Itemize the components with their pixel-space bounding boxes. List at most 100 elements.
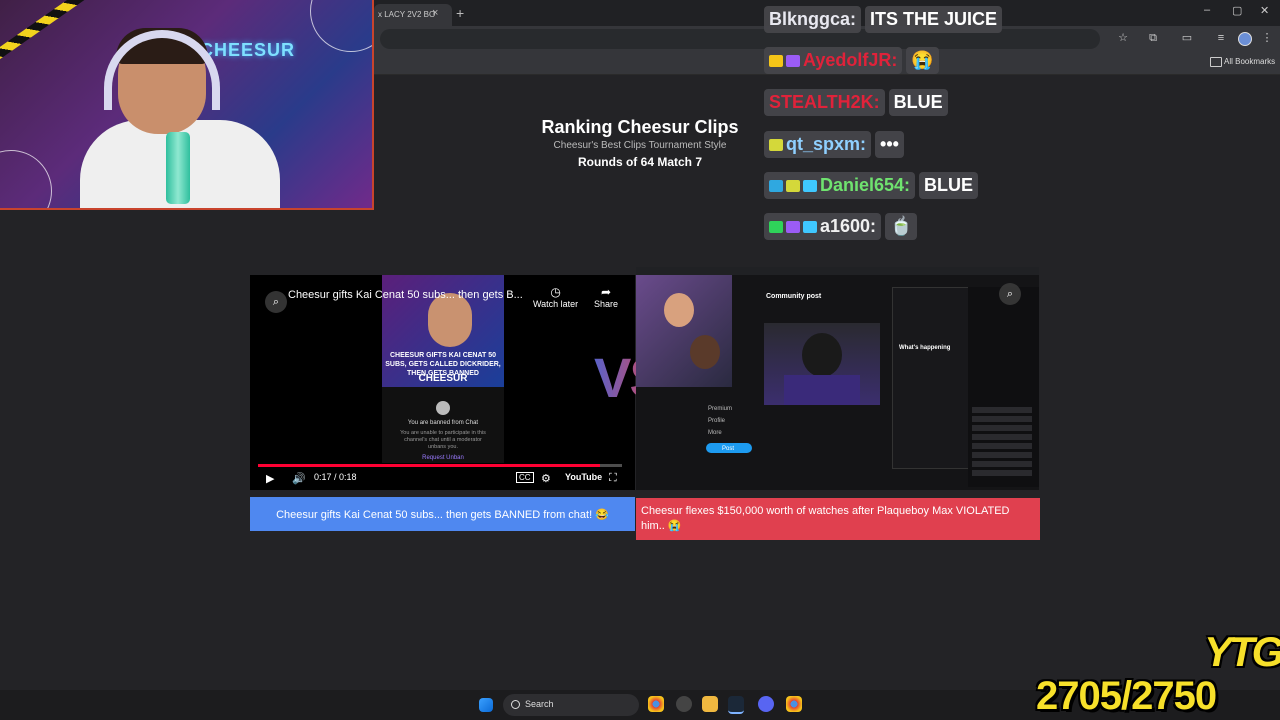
watch-later-label: Watch later [533,299,579,309]
post-button-label: Post [722,446,735,452]
left-clip-caption[interactable]: Cheesur gifts Kai Cenat 50 subs... then … [250,497,635,531]
chat-username: AyedolfJR: [764,47,903,74]
chat-badge-icon [803,180,817,193]
right-video-player[interactable]: Community post Premium Profile More Post… [636,267,1039,490]
post-image-face [802,333,842,377]
windows-start-icon[interactable] [479,698,493,712]
post-image [764,323,880,405]
spiderweb-decoration [310,0,372,52]
taskbar-search[interactable]: Search [503,694,639,716]
profile-avatar[interactable] [1238,32,1252,46]
bookmark-star-icon[interactable]: ☆ [1116,31,1130,45]
zoom-icon[interactable]: ⌕ [999,283,1021,305]
clock-icon: ◷ [550,285,561,299]
all-bookmarks-link[interactable]: All Bookmarks [1224,57,1275,66]
file-explorer-icon[interactable] [702,696,718,712]
volume-icon[interactable]: 🔊 [292,472,306,485]
ban-body: You are unable to participate in this ch… [400,430,486,450]
share-button[interactable]: ➦ Share [594,285,618,309]
chat-badge-icon [769,180,783,193]
nav-item[interactable]: More [708,429,722,437]
play-icon[interactable]: ▶ [266,472,274,485]
chat-badge-icon [803,221,817,234]
chat-badge-icon [786,180,800,193]
chat-badge-icon [786,55,800,68]
chat-message: STEALTH2K: BLUE [764,89,952,116]
chat-username: a1600: [764,213,882,240]
video-title[interactable]: Cheesur gifts Kai Cenat 50 subs... then … [288,289,523,301]
chat-message: a1600: 🍵 [764,213,921,240]
inner-webcam [636,275,732,387]
whats-happening-header: What's happening [899,345,951,351]
inner-chat-panel [968,287,1039,487]
watch-later-button[interactable]: ◷ Watch later [533,285,578,309]
progress-fill [258,464,601,467]
ytg-logo: YTG [1204,628,1280,675]
chat-badge-icon [786,221,800,234]
chrome-icon[interactable] [786,696,802,712]
menu-icon[interactable]: ⋮ [1260,31,1274,45]
neon-sign: CHEESUR [200,40,296,60]
chat-message: Daniel654: BLUE [764,172,982,199]
zoom-icon[interactable]: ⌕ [265,291,287,313]
chat-message: AyedolfJR: 😭 [764,47,943,74]
app-icon[interactable] [676,696,692,712]
chat-message-text: BLUE [919,172,979,199]
chat-message-text: 🍵 [885,213,918,240]
extensions-icon[interactable]: ⧉ [1146,31,1160,45]
steam-icon[interactable] [728,696,744,714]
new-tab-icon[interactable]: + [456,4,464,22]
chat-username-text: Daniel654: [820,175,911,195]
settings-icon[interactable]: ⚙ [541,472,551,485]
browser-tab[interactable]: x LACY 2V2 BO [374,4,452,26]
chat-badge-icon [769,139,783,152]
chat-username: Daniel654: [764,172,916,199]
drink-can [166,132,190,204]
nav-item[interactable]: Profile [708,417,725,425]
spiderweb-decoration [0,150,52,208]
progress-bar[interactable] [258,464,622,467]
media-icon[interactable]: ≡ [1214,31,1228,45]
caution-tape [0,0,93,64]
inner-tab-strip [636,267,1039,275]
chat-message: qt_spxm: ••• [764,131,908,158]
chat-username-text: a1600: [820,216,877,236]
page-title: Ranking Cheesur Clips [541,117,739,137]
chat-username: qt_spxm: [764,131,872,158]
request-unban-link: Request Unban [422,455,464,461]
tab-close-icon[interactable]: × [432,4,438,22]
folder-icon [1210,57,1222,67]
chat-message-text: ••• [875,131,904,158]
search-icon [511,700,520,709]
chat-username-text: AyedolfJR: [803,50,898,70]
chat-message-text: BLUE [888,89,948,116]
maximize-icon[interactable]: ▢ [1232,4,1242,17]
sidebar-panel: What's happening [892,287,970,469]
discord-icon[interactable] [758,696,774,712]
chat-username-text: Blknggca: [769,9,857,29]
youtube-logo[interactable]: YouTube [565,472,602,482]
captions-icon[interactable]: CC [516,472,534,483]
ban-notice: You are banned from Chat You are unable … [382,387,504,463]
chrome-icon[interactable] [648,696,664,712]
chat-badge-icon [769,55,783,68]
nav-item[interactable]: Premium [708,405,732,413]
player-controls: ▶ 🔊 0:17 / 0:18 CC ⚙ YouTube ⛶ [250,468,635,490]
community-post-header: Community post [766,293,822,300]
page-subtitle: Cheesur's Best Clips Tournament Style [553,140,727,151]
inner-chat-lines [972,407,1032,477]
chat-message: Blknggca: ITS THE JUICE [764,6,1006,33]
share-label: Share [594,299,619,309]
close-window-icon[interactable]: ✕ [1260,4,1269,17]
fullscreen-icon[interactable]: ⛶ [609,472,617,485]
time-display: 0:17 / 0:18 [314,472,357,482]
right-clip-caption[interactable]: Cheesur flexes $150,000 worth of watches… [636,498,1040,540]
thumbnail-face [428,293,472,347]
chat-badge-icon [769,221,783,234]
chat-username-text: STEALTH2K: [769,92,880,112]
inner-webcam-face [690,335,720,369]
left-video-player[interactable]: CHEESUR GIFTS KAI CENAT 50 SUBS, GETS CA… [250,275,635,490]
minimize-icon[interactable]: – [1204,4,1210,16]
ban-title: You are banned from Chat [407,420,479,426]
cast-icon[interactable]: ▭ [1180,31,1194,45]
